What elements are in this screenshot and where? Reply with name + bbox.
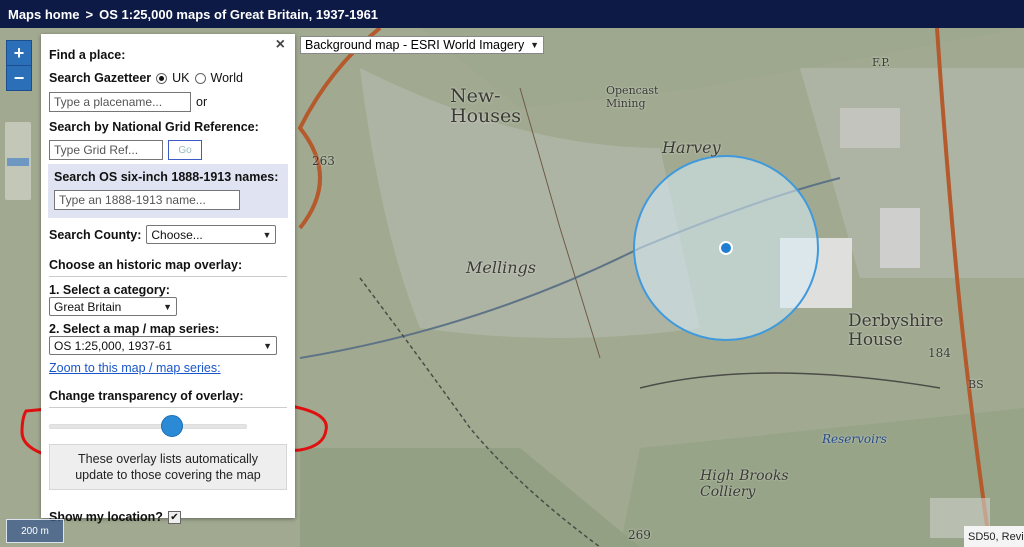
page-title: OS 1:25,000 maps of Great Britain, 1937-… [99, 6, 379, 22]
map-label-new-houses: New- Houses [450, 85, 521, 127]
os6-label: Search OS six-inch 1888-1913 names: [54, 170, 279, 184]
background-map-select[interactable]: Background map - ESRI World Imagery ▼ [300, 36, 544, 54]
show-location-label: Show my location? [49, 510, 163, 524]
chevron-down-icon: ▼ [263, 340, 272, 351]
map-label-269: 269 [628, 528, 651, 542]
radio-uk[interactable] [156, 72, 168, 84]
map-sheet-label: SD50, Revi [964, 526, 1024, 547]
top-breadcrumb-bar: Maps home > OS 1:25,000 maps of Great Br… [0, 0, 1024, 28]
show-location-checkbox[interactable]: ✔ [167, 510, 181, 524]
map-label-high-brooks: High Brooks Colliery [700, 468, 789, 500]
chevron-down-icon: ▼ [163, 301, 172, 312]
radio-world-label: World [210, 71, 243, 85]
find-place-heading: Find a place: [49, 48, 126, 62]
grid-ref-label: Search by National Grid Reference: [49, 120, 259, 134]
background-map-value: Background map - ESRI World Imagery [305, 38, 525, 52]
zoom-out-button[interactable]: − [6, 65, 32, 91]
search-panel: × Find a place: Search Gazetteer UK Worl… [41, 34, 295, 524]
os6-name-input[interactable]: Type an 1888-1913 name... [54, 190, 240, 210]
radio-world[interactable] [194, 72, 206, 84]
map-label-opencast: Opencast Mining [606, 84, 659, 110]
gazetteer-label: Search Gazetteer [49, 71, 152, 85]
category-label: 1. Select a category: [49, 283, 170, 297]
overlay-info-box: These overlay lists automatically update… [49, 444, 287, 490]
opacity-ghost-slider [7, 158, 29, 166]
grid-ref-input[interactable]: Type Grid Ref... [49, 140, 163, 160]
zoom-to-map-link[interactable]: Zoom to this map / map series: [49, 361, 221, 375]
grid-go-button[interactable]: Go [168, 140, 202, 160]
chevron-down-icon: ▼ [530, 40, 539, 50]
map-label-bs: BS [968, 378, 984, 391]
county-select-value: Choose... [151, 227, 203, 242]
overlay-heading: Choose an historic map overlay: [49, 258, 243, 272]
close-icon[interactable]: × [276, 36, 285, 54]
map-label-reservoirs: Reservoirs [822, 432, 887, 446]
location-dot [719, 241, 733, 255]
scale-bar: 200 m [6, 519, 64, 543]
zoom-in-button[interactable]: + [6, 40, 32, 66]
chevron-down-icon: ▼ [262, 229, 272, 240]
series-select-value: OS 1:25,000, 1937-61 [54, 338, 173, 353]
county-label: Search County: [49, 227, 142, 242]
transparency-label: Change transparency of overlay: [49, 389, 244, 403]
category-select-value: Great Britain [54, 299, 122, 314]
series-label: 2. Select a map / map series: [49, 322, 220, 336]
map-label-184: 184 [928, 346, 951, 360]
placename-input[interactable]: Type a placename... [49, 92, 191, 112]
or-label: or [196, 95, 208, 109]
map-label-fp: F.P. [872, 56, 891, 69]
slider-track-bar [49, 424, 247, 429]
divider [49, 276, 287, 277]
radio-uk-label: UK [172, 71, 190, 85]
slider-handle[interactable] [160, 415, 183, 437]
map-label-derbyshire: Derbyshire House [848, 311, 944, 350]
maps-home-link[interactable]: Maps home [8, 7, 80, 22]
county-select[interactable]: Choose... ▼ [146, 225, 277, 244]
map-label-mellings: Mellings [466, 258, 536, 277]
breadcrumb-separator: > [85, 6, 94, 22]
series-select[interactable]: OS 1:25,000, 1937-61 ▼ [49, 336, 277, 355]
map-label-harvey: Harvey [662, 138, 721, 157]
divider [49, 407, 287, 408]
map-label-263: 263 [312, 154, 335, 168]
transparency-slider[interactable] [49, 415, 287, 437]
category-select[interactable]: Great Britain ▼ [49, 297, 177, 316]
os6-search-box: Search OS six-inch 1888-1913 names: Type… [48, 164, 288, 218]
